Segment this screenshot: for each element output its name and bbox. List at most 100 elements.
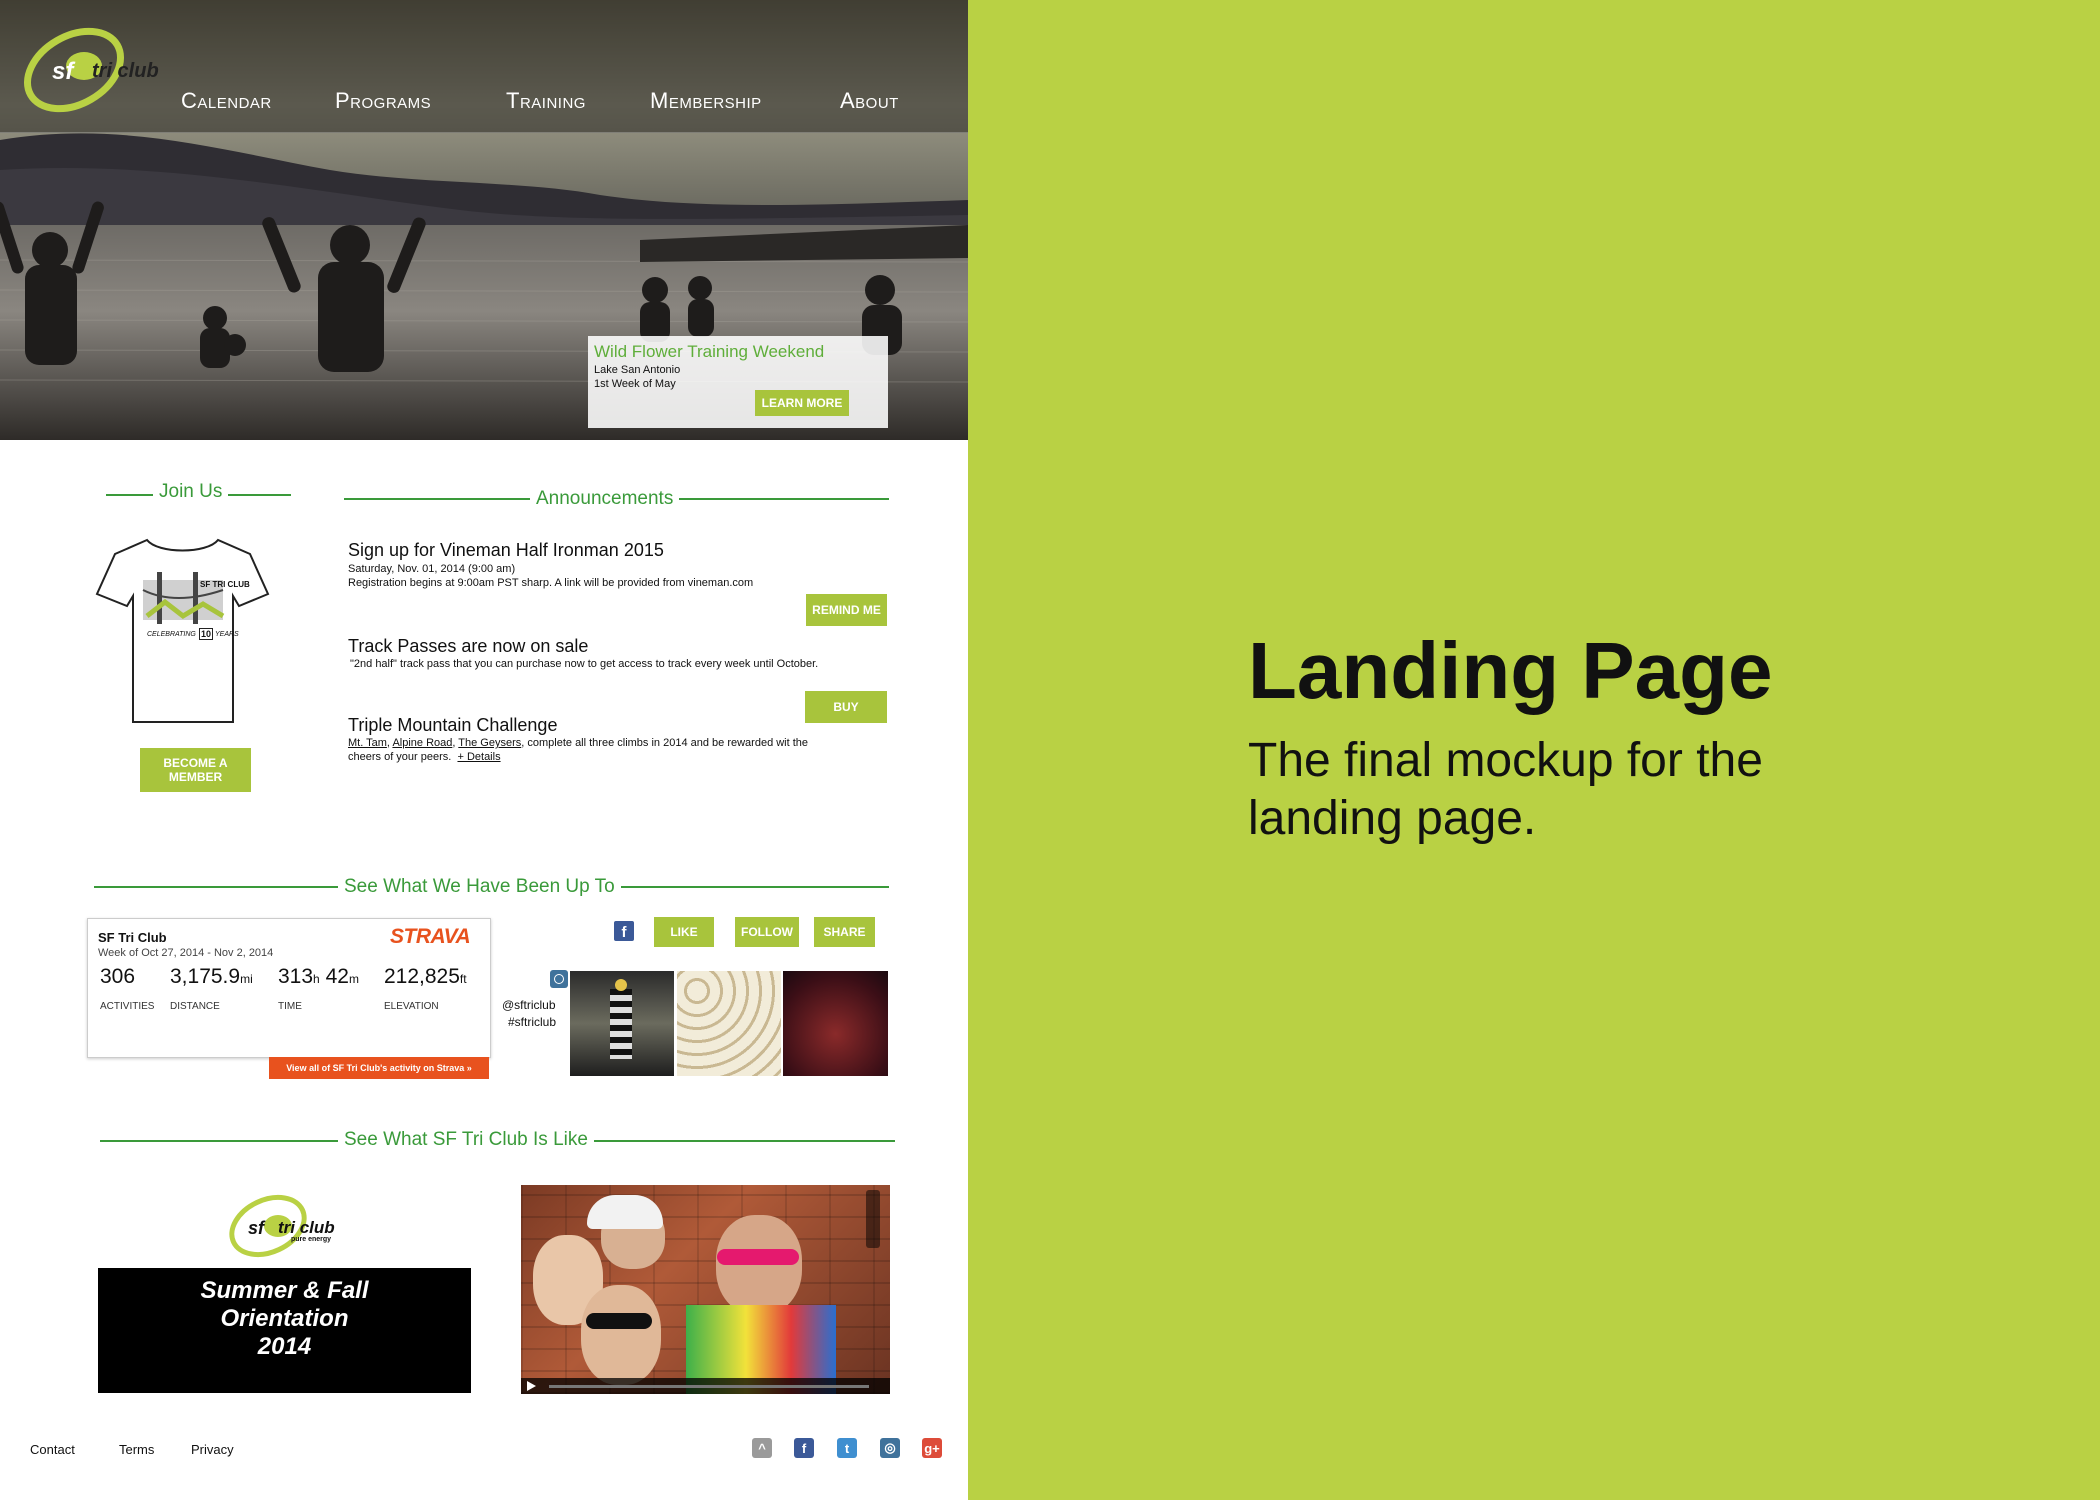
- follow-button[interactable]: FOLLOW: [735, 917, 799, 947]
- strava-time: 313h 42m: [278, 965, 359, 989]
- club-logo-sf: sf: [248, 1218, 265, 1238]
- orientation-video-header: sf tri club pure energy: [98, 1180, 471, 1268]
- strava-logo: STRAVA: [390, 925, 471, 948]
- club-logo[interactable]: sf tri club: [14, 8, 174, 123]
- video-side-controls[interactable]: [866, 1190, 880, 1248]
- buy-button[interactable]: BUY: [805, 691, 887, 723]
- announcement-3-title: Triple Mountain Challenge: [348, 715, 558, 735]
- strava-distance-unit: mi: [240, 972, 253, 986]
- mt-tam-link[interactable]: Mt. Tam: [348, 737, 387, 749]
- share-button[interactable]: SHARE: [814, 917, 875, 947]
- nav-programs[interactable]: Programs: [335, 88, 431, 114]
- alpine-road-link[interactable]: Alpine Road: [392, 737, 452, 749]
- become-member-line1: BECOME A: [163, 756, 228, 770]
- panel-subtitle-line1: The final mockup for the: [1248, 734, 1763, 787]
- join-title: Join Us: [153, 481, 229, 503]
- nav-training[interactable]: Training: [506, 88, 586, 114]
- orientation-line1: Summer & Fall: [200, 1277, 369, 1304]
- logo-text: tri club: [92, 60, 159, 82]
- orientation-line2: Orientation: [220, 1305, 349, 1332]
- strava-label-time: TIME: [278, 1001, 302, 1012]
- google-plus-icon[interactable]: g+: [922, 1438, 942, 1458]
- remind-me-button[interactable]: REMIND ME: [806, 594, 887, 626]
- footer-privacy-link[interactable]: Privacy: [191, 1442, 234, 1457]
- geysers-link[interactable]: The Geysers: [458, 737, 521, 749]
- club-logo-text: tri club: [278, 1218, 335, 1237]
- activity-title: See What We Have Been Up To: [338, 876, 621, 898]
- strava-time-m-unit: m: [348, 972, 359, 986]
- club-title: See What SF Tri Club Is Like: [338, 1129, 594, 1151]
- instagram-photo-3[interactable]: [783, 971, 888, 1076]
- instagram-handle[interactable]: @sftriclub: [502, 998, 556, 1012]
- nav-membership[interactable]: Membership: [650, 88, 762, 114]
- facebook-footer-icon[interactable]: f: [794, 1438, 814, 1458]
- tshirt-years: 10: [199, 628, 214, 640]
- panel-subtitle-line2: landing page.: [1248, 792, 1537, 845]
- strava-elevation-value: 212,825: [384, 965, 460, 988]
- instagram-footer-icon[interactable]: ◎: [880, 1438, 900, 1458]
- announcement-1-date: Saturday, Nov. 01, 2014 (9:00 am): [348, 563, 516, 575]
- panel-heading: Landing Page: [1248, 626, 1773, 715]
- top-navigation: sf tri club Calendar Programs Training M…: [0, 0, 968, 133]
- strava-label-distance: DISTANCE: [170, 1001, 220, 1012]
- club-logo-tagline: pure energy: [291, 1236, 332, 1243]
- announcement-3-cheers: cheers of your peers.: [348, 751, 452, 763]
- strava-icon[interactable]: ^: [752, 1438, 772, 1458]
- nav-calendar[interactable]: Calendar: [181, 88, 272, 114]
- instagram-icon[interactable]: [550, 970, 568, 988]
- announcement-1-detail: Registration begins at 9:00am PST sharp.…: [348, 577, 754, 589]
- strava-club-name: SF Tri Club: [98, 930, 167, 945]
- club-photo-video[interactable]: [521, 1185, 890, 1394]
- announcement-3-rest: , complete all three climbs in 2014 and …: [521, 737, 809, 749]
- tshirt-caption-a: CELEBRATING: [147, 631, 196, 638]
- event-date: 1st Week of May: [594, 378, 676, 390]
- nav-about[interactable]: About: [840, 88, 899, 114]
- strava-week: Week of Oct 27, 2014 - Nov 2, 2014: [98, 947, 274, 959]
- tshirt-graphic: [95, 538, 270, 723]
- announcement-2-detail: "2nd half" track pass that you can purch…: [350, 658, 819, 670]
- orientation-video[interactable]: Summer & Fall Orientation 2014: [98, 1268, 471, 1393]
- announcements-title: Announcements: [530, 488, 680, 510]
- hero-event-card: Wild Flower Training Weekend Lake San An…: [588, 336, 888, 428]
- logo-sf-text: sf: [52, 58, 74, 85]
- strava-elevation: 212,825ft: [384, 965, 467, 989]
- tshirt-caption-b: YEARS: [215, 631, 239, 638]
- strava-elevation-unit: ft: [459, 972, 467, 986]
- hero-banner: sf tri club Calendar Programs Training M…: [0, 0, 968, 440]
- description-panel: Landing Page The final mockup for the la…: [968, 0, 2100, 1500]
- facebook-icon[interactable]: f: [614, 921, 634, 941]
- play-icon[interactable]: [527, 1381, 536, 1391]
- announcement-3-detail: Mt. Tam, Alpine Road, The Geysers, compl…: [348, 737, 809, 749]
- strava-view-all-link[interactable]: View all of SF Tri Club's activity on St…: [269, 1057, 489, 1079]
- instagram-photo-2[interactable]: [677, 971, 781, 1076]
- strava-time-h-unit: h: [313, 972, 320, 986]
- twitter-icon[interactable]: t: [837, 1438, 857, 1458]
- strava-time-minutes: 42: [325, 965, 349, 988]
- instagram-photo-1[interactable]: [570, 971, 674, 1076]
- landing-page-mockup: sf tri club Calendar Programs Training M…: [0, 0, 968, 1500]
- tshirt-image: SF TRI CLUB CELEBRATING 10 YEARS: [95, 532, 270, 727]
- like-button[interactable]: LIKE: [654, 917, 714, 947]
- become-member-button[interactable]: BECOME A MEMBER: [140, 748, 251, 792]
- details-link[interactable]: + Details: [457, 751, 500, 763]
- footer-terms-link[interactable]: Terms: [119, 1442, 154, 1457]
- strava-label-activities: ACTIVITIES: [100, 1001, 155, 1012]
- footer-contact-link[interactable]: Contact: [30, 1442, 75, 1457]
- video-progress-bar[interactable]: [549, 1385, 869, 1388]
- strava-time-hours: 313: [278, 965, 314, 988]
- learn-more-button[interactable]: LEARN MORE: [755, 390, 849, 416]
- event-location: Lake San Antonio: [594, 364, 681, 376]
- announcement-1-title: Sign up for Vineman Half Ironman 2015: [348, 540, 664, 560]
- announcement-2-title: Track Passes are now on sale: [348, 636, 589, 656]
- tshirt-title: SF TRI CLUB: [200, 580, 250, 589]
- strava-distance: 3,175.9mi: [170, 965, 253, 989]
- event-title: Wild Flower Training Weekend: [594, 342, 825, 361]
- strava-label-elevation: ELEVATION: [384, 1001, 439, 1012]
- become-member-line2: MEMBER: [168, 770, 223, 784]
- video-control-bar[interactable]: [521, 1378, 890, 1394]
- strava-distance-value: 3,175.9: [170, 965, 241, 988]
- strava-activities-value: 306: [100, 965, 136, 988]
- orientation-line3: 2014: [257, 1333, 312, 1360]
- announcement-3-line2: cheers of your peers. + Details: [348, 751, 501, 763]
- instagram-hashtag[interactable]: #sftriclub: [508, 1015, 556, 1029]
